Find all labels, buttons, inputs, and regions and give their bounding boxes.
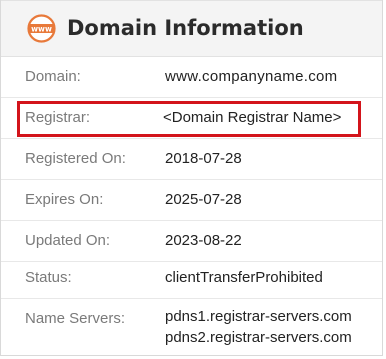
registered-on-label: Registered On: xyxy=(25,150,126,167)
registrar-highlight-box xyxy=(17,101,361,137)
name-servers-label: Name Servers: xyxy=(25,310,126,327)
card-header: www Domain Information xyxy=(1,0,382,57)
status-label: Status: xyxy=(25,269,72,286)
domain-info-card: www Domain Information Domain: www.compa… xyxy=(0,0,383,356)
updated-on-row: Updated On: 2023-08-22 xyxy=(1,221,382,262)
registered-on-value: 2018-07-28 xyxy=(165,150,242,167)
status-row: Status: clientTransferProhibited xyxy=(1,258,382,299)
expires-on-value: 2025-07-28 xyxy=(165,191,242,208)
updated-on-value: 2023-08-22 xyxy=(165,232,242,249)
domain-row: Domain: www.companyname.com xyxy=(1,57,382,98)
status-value: clientTransferProhibited xyxy=(165,269,323,286)
expires-on-label: Expires On: xyxy=(25,191,104,208)
name-server-2: pdns2.registrar-servers.com xyxy=(165,329,352,346)
updated-on-label: Updated On: xyxy=(25,232,111,249)
name-servers-row: Name Servers: pdns1.registrar-servers.co… xyxy=(1,299,382,359)
www-globe-icon: www xyxy=(27,14,56,43)
domain-value: www.companyname.com xyxy=(165,68,338,85)
expires-on-row: Expires On: 2025-07-28 xyxy=(1,180,382,221)
registered-on-row: Registered On: 2018-07-28 xyxy=(1,139,382,180)
name-servers-value: pdns1.registrar-servers.com pdns2.regist… xyxy=(165,306,352,348)
svg-text:www: www xyxy=(31,25,52,34)
name-server-1: pdns1.registrar-servers.com xyxy=(165,308,352,325)
domain-label: Domain: xyxy=(25,68,81,85)
card-title: Domain Information xyxy=(67,16,304,40)
